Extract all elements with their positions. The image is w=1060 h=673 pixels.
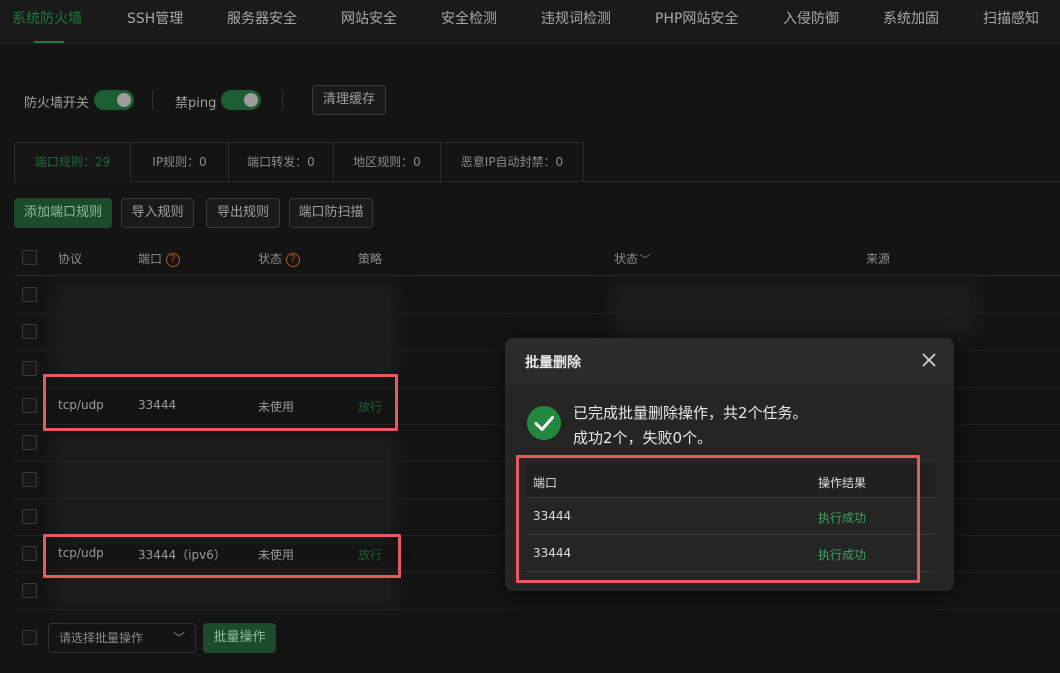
col-status-sort[interactable]: 状态 ﹀: [614, 250, 650, 267]
export-rules-button[interactable]: 导出规则: [206, 198, 280, 228]
dialog-title: 批量删除: [525, 355, 581, 371]
success-check-icon: [527, 406, 561, 440]
row-divider: [14, 313, 1060, 314]
top-nav: 系统防火墙 SSH管理 服务器安全 网站安全 安全检测 违规词检测 PHP网站安…: [0, 0, 1060, 44]
tab-php-security[interactable]: PHP网站安全: [655, 8, 738, 28]
row-checkbox[interactable]: [22, 398, 37, 413]
col-status-label: 状态: [258, 252, 283, 266]
row-checkbox[interactable]: [22, 287, 37, 302]
port-scan-protect-button[interactable]: 端口防扫描: [289, 198, 373, 228]
col-policy: 策略: [358, 252, 383, 266]
chevron-down-icon: ﹀: [172, 631, 185, 645]
highlight-box: [43, 534, 401, 578]
bottom-select-all-checkbox[interactable]: [22, 630, 37, 645]
clear-cache-button[interactable]: 清理缓存: [312, 85, 386, 115]
firewall-toolbar: 防火墙开关 禁ping 清理缓存: [0, 85, 600, 115]
toggle-knob: [117, 93, 131, 107]
help-icon[interactable]: ?: [166, 252, 181, 267]
col-port-label: 端口: [138, 252, 163, 266]
tab-system-firewall[interactable]: 系统防火墙: [12, 8, 82, 28]
highlight-box: [516, 455, 920, 583]
row-checkbox[interactable]: [22, 509, 37, 524]
row-divider: [14, 609, 1060, 610]
col-port: 端口?: [138, 250, 181, 267]
toggle-knob: [244, 93, 258, 107]
add-port-rule-button[interactable]: 添加端口规则: [14, 198, 112, 228]
redacted-area: [60, 290, 390, 370]
row-checkbox[interactable]: [22, 361, 37, 376]
batch-action-select[interactable]: 请选择批量操作 ﹀: [48, 623, 196, 653]
dialog-message-line2: 成功2个，失败0个。: [573, 429, 713, 447]
tab-intrusion[interactable]: 入侵防御: [783, 8, 839, 28]
row-checkbox[interactable]: [22, 435, 37, 450]
subtab-port-rules[interactable]: 端口规则：29: [15, 143, 131, 183]
tabs-baseline: [130, 181, 1060, 182]
tab-site-security[interactable]: 网站安全: [341, 8, 397, 28]
row-checkbox[interactable]: [22, 546, 37, 561]
col-status2-label: 状态: [614, 252, 639, 266]
redacted-area: [620, 288, 970, 332]
row-checkbox[interactable]: [22, 583, 37, 598]
import-rules-button[interactable]: 导入规则: [121, 198, 194, 228]
firewall-switch-label: 防火墙开关: [24, 96, 90, 111]
batch-operation-button[interactable]: 批量操作: [203, 623, 276, 653]
subtab-port-forward[interactable]: 端口转发：0: [229, 143, 334, 183]
tab-ssh[interactable]: SSH管理: [127, 8, 183, 28]
redacted-area: [60, 575, 390, 603]
ping-label: 禁ping: [175, 96, 217, 111]
tab-security-check[interactable]: 安全检测: [441, 8, 497, 28]
row-checkbox[interactable]: [22, 324, 37, 339]
subtab-region-rules[interactable]: 地区规则：0: [334, 143, 441, 183]
batch-select-placeholder: 请选择批量操作: [59, 631, 144, 645]
subtab-malicious-ip[interactable]: 恶意IP自动封禁：0: [441, 143, 583, 183]
tab-server-security[interactable]: 服务器安全: [227, 8, 297, 28]
rule-tabs: 端口规则：29 IP规则：0 端口转发：0 地区规则：0 恶意IP自动封禁：0: [14, 142, 584, 183]
redacted-area: [60, 440, 390, 535]
table-header: 协议 端口? 状态? 策略 状态 ﹀ 来源: [14, 240, 1060, 276]
close-icon[interactable]: [919, 350, 939, 370]
select-all-checkbox[interactable]: [22, 250, 37, 265]
tab-word-check[interactable]: 违规词检测: [541, 8, 611, 28]
tab-scan-sense[interactable]: 扫描感知: [983, 8, 1039, 28]
col-source: 来源: [866, 252, 891, 266]
help-icon[interactable]: ?: [286, 252, 301, 267]
dialog-header: 批量删除: [505, 338, 954, 384]
subtab-ip-rules[interactable]: IP规则：0: [131, 143, 229, 183]
dialog-message-line1: 已完成批量删除操作，共2个任务。: [573, 404, 808, 422]
chevron-down-icon: ﹀: [640, 255, 651, 266]
divider: [152, 91, 153, 109]
ping-toggle[interactable]: [221, 90, 261, 110]
firewall-toggle[interactable]: [94, 90, 134, 110]
divider: [282, 91, 283, 109]
tab-hardening[interactable]: 系统加固: [883, 8, 939, 28]
col-status: 状态?: [258, 250, 301, 267]
highlight-box: [43, 374, 398, 431]
row-checkbox[interactable]: [22, 472, 37, 487]
active-tab-underline: [34, 41, 64, 43]
col-protocol: 协议: [58, 252, 83, 266]
